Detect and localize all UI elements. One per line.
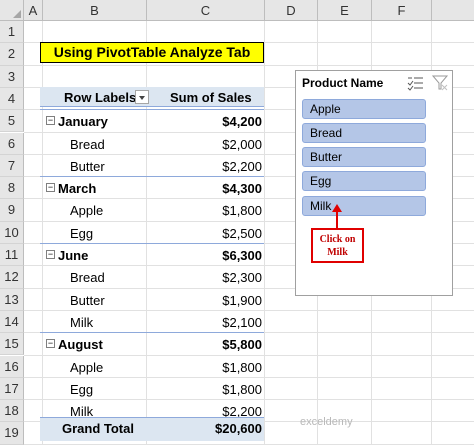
row-header-2[interactable]: 2 [0, 43, 24, 66]
collapse-button[interactable]: − [46, 250, 55, 259]
row-header-5[interactable]: 5 [0, 110, 24, 133]
pivot-item-label[interactable]: Butter [70, 293, 105, 308]
callout-line-2: Milk [327, 247, 348, 258]
page-title[interactable]: Using PivotTable Analyze Tab [40, 42, 264, 63]
pivot-item-label[interactable]: Bread [70, 137, 105, 152]
callout-line-1: Click on [319, 234, 356, 245]
grid-line [24, 354, 474, 356]
row-header-19[interactable]: 19 [0, 422, 24, 445]
pivot-item-label[interactable]: Bread [70, 270, 105, 285]
multi-select-icon[interactable] [407, 75, 425, 91]
row-header-11[interactable]: 11 [0, 244, 24, 267]
pivot-item-value[interactable]: $1,800 [160, 360, 262, 375]
pivot-item-label[interactable]: Milk [70, 315, 93, 330]
row-header-1[interactable]: 1 [0, 21, 24, 44]
column-header-g[interactable] [432, 0, 474, 21]
slicer-item-egg[interactable]: Egg [302, 171, 426, 191]
column-header-b[interactable]: B [43, 0, 147, 21]
row-header-4[interactable]: 4 [0, 87, 24, 111]
row-header-15[interactable]: 15 [0, 333, 24, 356]
pivot-group-label[interactable]: August [58, 337, 103, 352]
pivot-item-value[interactable]: $2,100 [160, 315, 262, 330]
collapse-button[interactable]: − [46, 183, 55, 193]
grid-line [146, 21, 147, 445]
pivot-group-label[interactable]: June [58, 248, 88, 263]
slicer-item-bread[interactable]: Bread [302, 123, 426, 143]
column-header-d[interactable]: D [265, 0, 318, 21]
group-separator [40, 109, 264, 111]
grid-line [42, 21, 43, 445]
row-labels-filter-dropdown[interactable] [135, 90, 149, 104]
pivot-item-value[interactable]: $2,200 [160, 159, 262, 174]
row-header-7[interactable]: 7 [0, 154, 24, 178]
pivot-item-label[interactable]: Apple [70, 203, 103, 218]
watermark-logo: exceldemy [300, 416, 353, 428]
pivot-item-label[interactable]: Apple [70, 360, 103, 375]
sum-of-sales-header[interactable]: Sum of Sales [170, 90, 252, 105]
row-labels-header[interactable]: Row Labels [64, 90, 136, 105]
grand-total-value[interactable]: $20,600 [160, 421, 262, 436]
collapse-button[interactable]: − [46, 339, 55, 349]
row-header-6[interactable]: 6 [0, 132, 24, 155]
grid-line [24, 64, 474, 66]
row-header-16[interactable]: 16 [0, 355, 24, 378]
column-header-a[interactable]: A [24, 0, 43, 21]
red-arrow-icon [332, 204, 342, 229]
row-header-9[interactable]: 9 [0, 199, 24, 222]
row-header-17[interactable]: 17 [0, 377, 24, 401]
column-header-e[interactable]: E [318, 0, 372, 21]
slicer-item-milk[interactable]: Milk [302, 196, 426, 216]
pivot-item-value[interactable]: $2,500 [160, 226, 262, 241]
click-on-milk-callout: Click on Milk [311, 228, 364, 263]
pivot-item-label[interactable]: Egg [70, 382, 93, 397]
pivot-group-value[interactable]: $5,800 [160, 337, 262, 352]
row-header-10[interactable]: 10 [0, 221, 24, 244]
pivot-group-value[interactable]: $4,300 [160, 181, 262, 196]
collapse-button[interactable]: − [46, 116, 55, 126]
slicer-title: Product Name [302, 76, 384, 90]
grand-total-label[interactable]: Grand Total [62, 421, 134, 436]
pivot-item-value[interactable]: $1,900 [160, 293, 262, 308]
group-separator [40, 332, 264, 334]
grid-line [24, 309, 474, 311]
pivot-group-label[interactable]: March [58, 181, 96, 196]
select-all-corner[interactable] [0, 0, 24, 21]
pivot-item-label[interactable]: Butter [70, 159, 105, 174]
pivot-item-value[interactable]: $1,800 [160, 382, 262, 397]
grid-line [264, 21, 265, 445]
slicer-item-butter[interactable]: Butter [302, 147, 426, 167]
row-header-14[interactable]: 14 [0, 310, 24, 334]
pivot-group-label[interactable]: January [58, 114, 108, 129]
column-header-c[interactable]: C [147, 0, 265, 21]
group-separator [40, 176, 264, 178]
pivot-group-value[interactable]: $6,300 [160, 248, 262, 263]
group-separator [40, 243, 264, 244]
row-header-8[interactable]: 8 [0, 177, 24, 200]
pivot-item-value[interactable]: $2,000 [160, 137, 262, 152]
column-header-f[interactable]: F [372, 0, 432, 21]
pivot-item-label[interactable]: Egg [70, 226, 93, 241]
row-header-12[interactable]: 12 [0, 266, 24, 289]
grid-line [24, 376, 474, 378]
row-header-18[interactable]: 18 [0, 400, 24, 423]
pivot-item-value[interactable]: $1,800 [160, 203, 262, 218]
slicer-item-apple[interactable]: Apple [302, 99, 426, 119]
clear-filter-icon[interactable] [432, 75, 449, 91]
pivot-group-value[interactable]: $4,200 [160, 114, 262, 129]
row-header-13[interactable]: 13 [0, 288, 24, 311]
pivot-item-value[interactable]: $2,300 [160, 270, 262, 285]
grid-line [24, 399, 474, 401]
row-header-3[interactable]: 3 [0, 65, 24, 88]
